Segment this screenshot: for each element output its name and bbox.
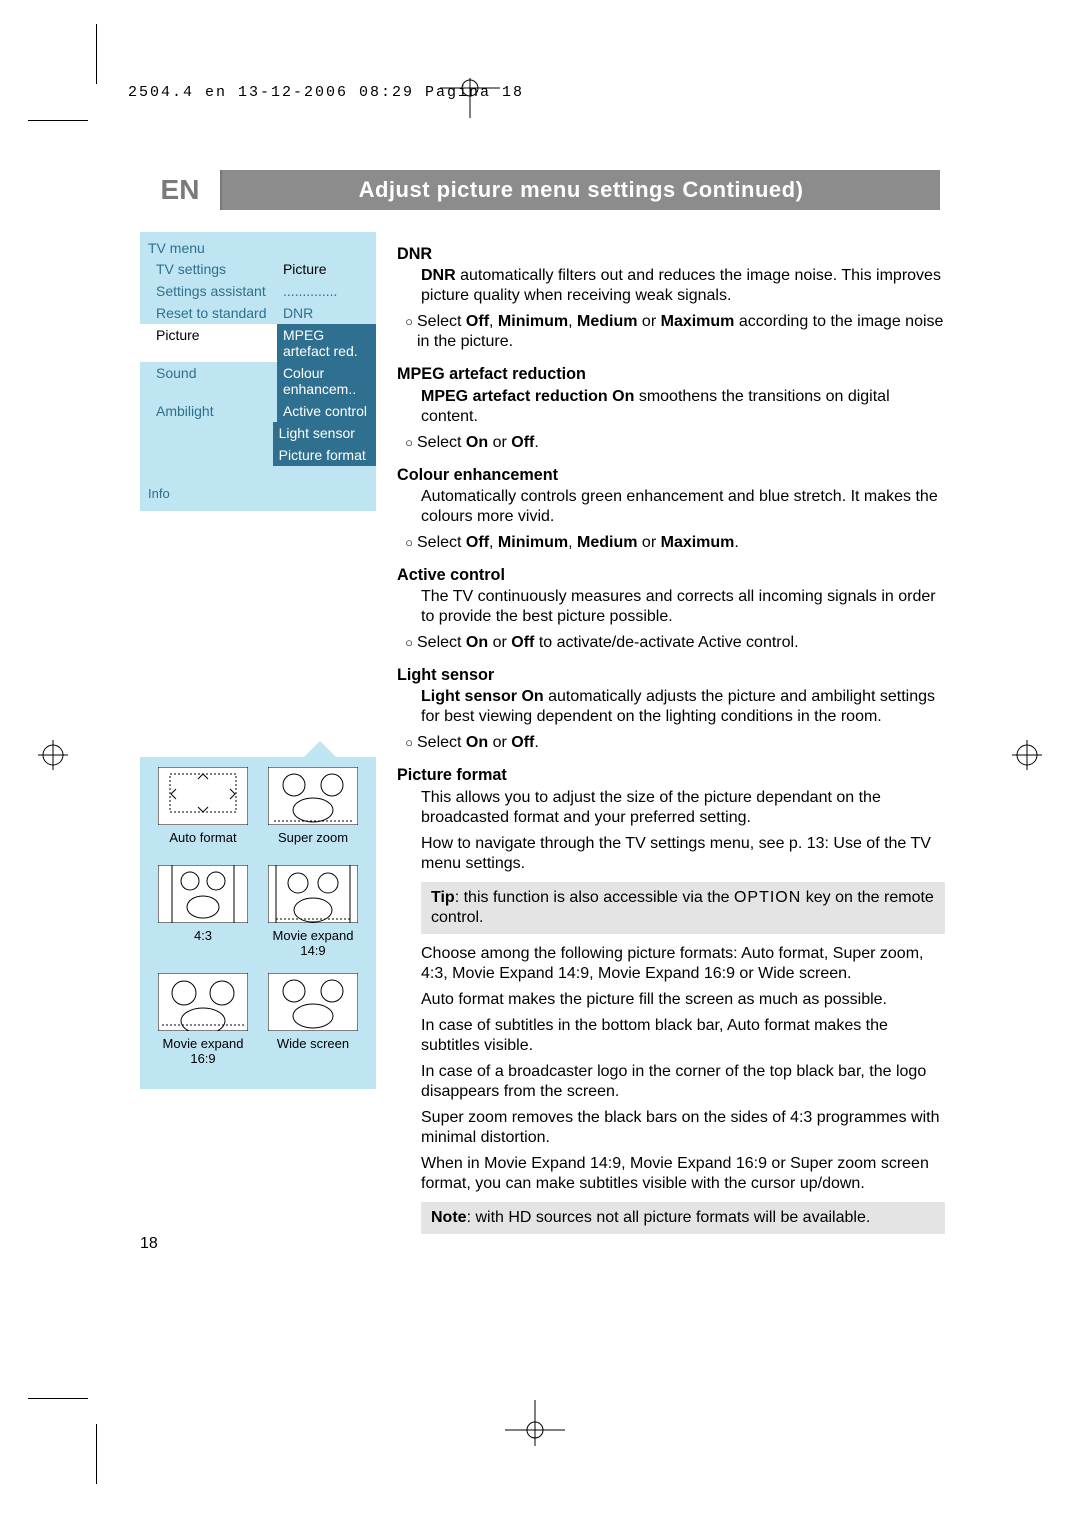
crop-mark [96, 1424, 97, 1484]
menu-item-ambilight: Ambilight [140, 400, 277, 422]
format-label: Wide screen [264, 1036, 362, 1051]
para-pf-8: When in Movie Expand 14:9, Movie Expand … [421, 1154, 945, 1194]
heading-pf: Picture format [397, 765, 945, 785]
note-box: Note: with HD sources not all picture fo… [421, 1202, 945, 1234]
bullet-icon: ○ [401, 733, 417, 753]
registration-mark-right [1012, 740, 1042, 770]
crop-mark [96, 24, 97, 84]
picture-format-panel: Auto format Super zoom 4:3 [140, 757, 376, 1089]
format-superzoom: Super zoom [264, 767, 362, 845]
menu-item-tvsettings: TV settings [140, 258, 277, 280]
format-label: Movie expand 14:9 [264, 928, 362, 958]
registration-mark-left [38, 740, 68, 770]
language-badge: EN [140, 170, 222, 210]
crop-center-mark [440, 78, 500, 123]
page-number: 18 [140, 1235, 158, 1253]
para-active: The TV continuously measures and correct… [421, 587, 945, 627]
format-label: Auto format [154, 830, 252, 845]
bullet-icon: ○ [401, 533, 417, 553]
crop-center-bottom [505, 1400, 565, 1451]
bullet-icon: ○ [401, 312, 417, 352]
format-label: 4:3 [154, 928, 252, 943]
para-pf-4: Auto format makes the picture fill the s… [421, 990, 945, 1010]
para-pf-3: Choose among the following picture forma… [421, 944, 945, 984]
bullet-mpeg-select: ○ Select On or Off. [401, 433, 945, 453]
para-pf-5: In case of subtitles in the bottom black… [421, 1016, 945, 1056]
para-dnr: DNR automatically filters out and reduce… [421, 266, 945, 306]
format-me149: Movie expand 14:9 [264, 865, 362, 958]
heading-light: Light sensor [397, 665, 945, 685]
heading-dnr: DNR [397, 244, 945, 264]
tip-box: Tip: this function is also accessible vi… [421, 882, 945, 934]
para-pf-7: Super zoom removes the black bars on the… [421, 1108, 945, 1148]
para-pf-6: In case of a broadcaster logo in the cor… [421, 1062, 945, 1102]
crop-mark [28, 1398, 88, 1399]
menu-item-sound: Sound [140, 362, 277, 400]
menu-info: Info [140, 480, 376, 507]
bullet-icon: ○ [401, 633, 417, 653]
heading-mpeg: MPEG artefact reduction [397, 364, 945, 384]
submenu-dnr: DNR [277, 302, 376, 324]
para-colour: Automatically controls green enhancement… [421, 487, 945, 527]
bullet-light-select: ○ Select On or Off. [401, 733, 945, 753]
content-column: DNR DNR automatically filters out and re… [397, 232, 945, 1234]
para-mpeg: MPEG artefact reduction On smoothens the… [421, 387, 945, 427]
heading-colour: Colour enhancement [397, 465, 945, 485]
bullet-active-select: ○ Select On or Off to activate/de-activa… [401, 633, 945, 653]
submenu-pictureformat: Picture format [273, 444, 376, 466]
format-43: 4:3 [154, 865, 252, 943]
menu-item-reset: Reset to standard [140, 302, 277, 324]
format-me169: Movie expand 16:9 [154, 973, 252, 1066]
tv-menu-title: TV menu [140, 236, 376, 258]
tv-menu-panel: TV menu TV settings Picture Settings ass… [140, 232, 376, 511]
para-light: Light sensor On automatically adjusts th… [421, 687, 945, 727]
submenu-colour: Colour enhancem.. [277, 362, 376, 400]
bullet-icon: ○ [401, 433, 417, 453]
submenu-dots: .............. [277, 280, 376, 302]
para-pf-1: This allows you to adjust the size of th… [421, 788, 945, 828]
format-wide: Wide screen [264, 973, 362, 1051]
page-title: Adjust picture menu settings Continued) [222, 170, 940, 210]
submenu-mpeg: MPEG artefact red. [277, 324, 376, 362]
submenu-picture: Picture [277, 258, 376, 280]
submenu-active: Active control [277, 400, 376, 422]
para-pf-2: How to navigate through the TV settings … [421, 834, 945, 874]
format-label: Super zoom [264, 830, 362, 845]
bullet-dnr-select: ○ Select Off, Minimum, Medium or Maximum… [401, 312, 945, 352]
bullet-colour-select: ○ Select Off, Minimum, Medium or Maximum… [401, 533, 945, 553]
menu-item-picture-selected: Picture [140, 324, 277, 362]
crop-mark [28, 120, 88, 121]
format-label: Movie expand 16:9 [154, 1036, 252, 1066]
format-auto: Auto format [154, 767, 252, 845]
menu-item-settingsassistant: Settings assistant [140, 280, 277, 302]
heading-active: Active control [397, 565, 945, 585]
submenu-light: Light sensor [273, 422, 376, 444]
